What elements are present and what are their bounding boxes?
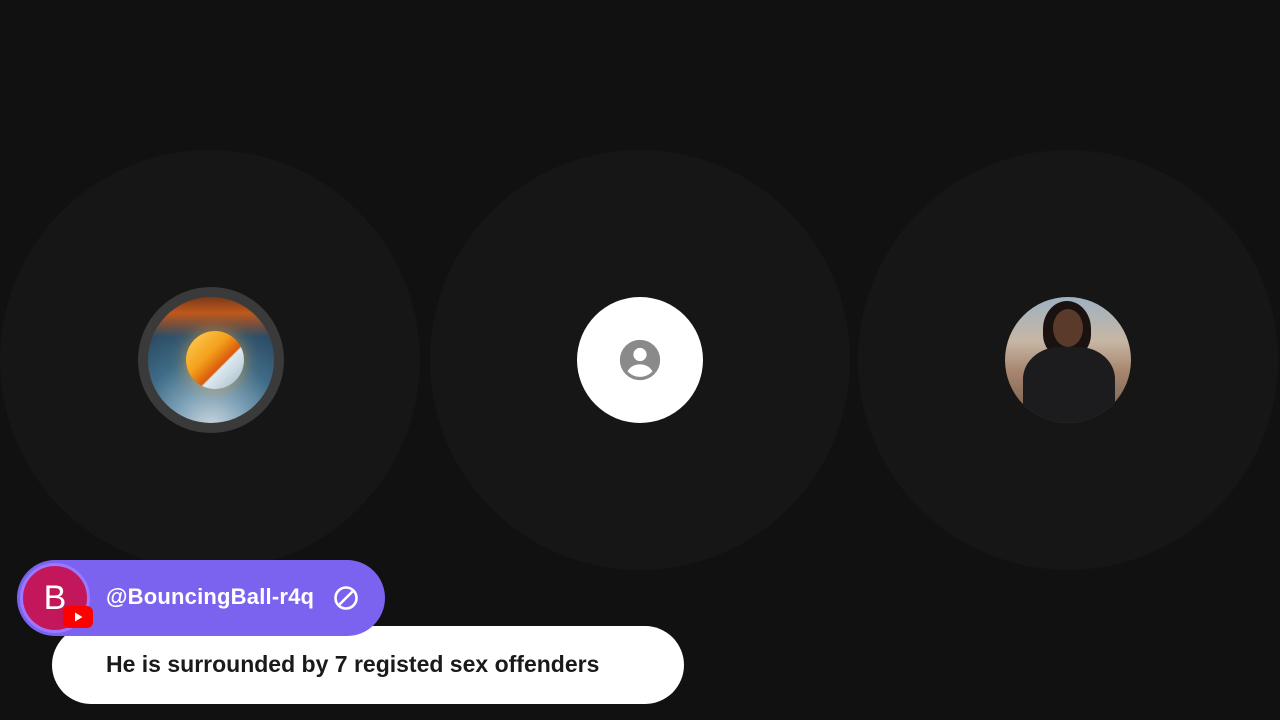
globe-image: [186, 331, 244, 389]
youtube-icon: [63, 606, 93, 628]
participant-avatar-center[interactable]: [577, 297, 703, 423]
chat-author-pill[interactable]: B @BouncingBall-r4q: [17, 560, 385, 636]
portrait-jacket: [1023, 347, 1115, 423]
author-handle: @BouncingBall-r4q: [106, 584, 315, 609]
account-icon: [619, 339, 661, 381]
call-stage: B @BouncingBall-r4q He is surrounded by …: [0, 0, 1280, 720]
participant-avatar-left[interactable]: [148, 297, 274, 423]
participant-avatar-right[interactable]: [1005, 297, 1131, 423]
chat-message-bubble: He is surrounded by 7 registed sex offen…: [52, 626, 684, 704]
chat-message-text: He is surrounded by 7 registed sex offen…: [106, 651, 600, 677]
block-icon[interactable]: [333, 585, 359, 611]
portrait-face: [1053, 309, 1083, 347]
